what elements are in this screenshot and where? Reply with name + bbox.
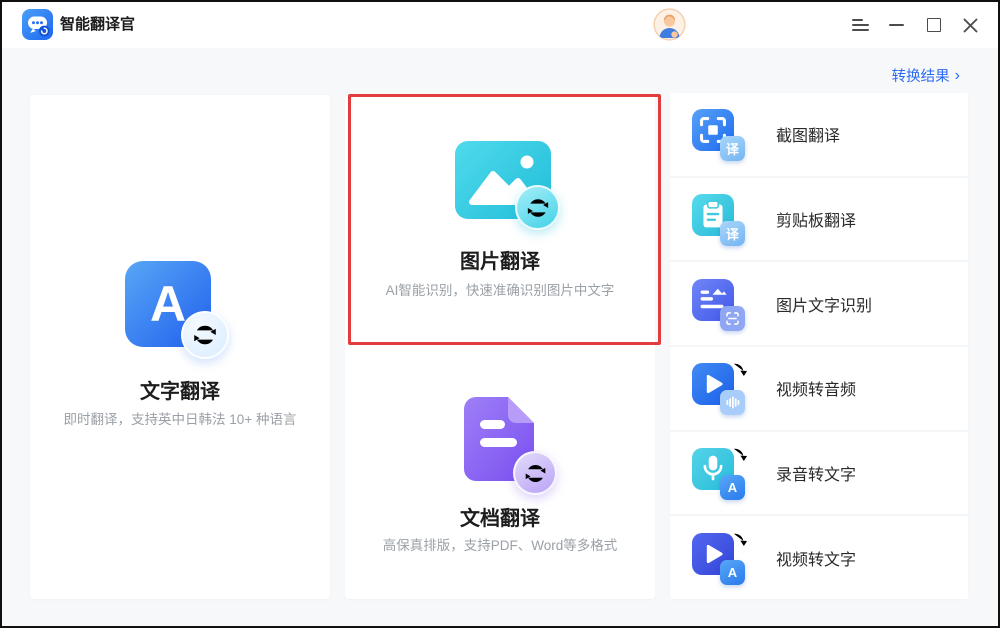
doc-translate-subtitle: 高保真排版，支持PDF、Word等多格式 bbox=[345, 534, 655, 554]
sidebar-item-label: 录音转文字 bbox=[776, 461, 856, 485]
app-logo-icon bbox=[22, 9, 53, 40]
letter-a-badge: A bbox=[720, 560, 745, 585]
image-translate-title: 图片翻译 bbox=[345, 245, 655, 274]
image-translate-subtitle: AI智能识别，快速准确识别图片中文字 bbox=[345, 279, 655, 299]
conversion-results-label: 转换结果 bbox=[892, 65, 950, 86]
letter-a-badge: A bbox=[720, 475, 745, 500]
text-translate-subtitle: 即时翻译，支持英中日韩法 10+ 种语言 bbox=[30, 408, 330, 428]
convert-arrow-icon bbox=[731, 445, 748, 462]
maximize-button[interactable] bbox=[922, 13, 946, 37]
tools-sidebar: 译 截图翻译 译 剪贴板翻译 bbox=[670, 93, 968, 599]
chevron-right-icon: › bbox=[955, 68, 960, 84]
sidebar-item-audio-to-text[interactable]: A 录音转文字 bbox=[670, 432, 968, 517]
center-card: 图片翻译 AI智能识别，快速准确识别图片中文字 文档翻译 高保 bbox=[345, 95, 655, 599]
translate-badge: 译 bbox=[720, 136, 745, 161]
sidebar-item-image-ocr[interactable]: 图片文字识别 bbox=[670, 262, 968, 347]
scan-badge bbox=[720, 306, 745, 331]
app-title: 智能翻译官 bbox=[60, 2, 135, 48]
sidebar-item-label: 剪贴板翻译 bbox=[776, 207, 856, 231]
sidebar-item-video-to-audio[interactable]: 视频转音频 bbox=[670, 347, 968, 432]
image-translate-icon bbox=[455, 141, 575, 236]
doc-translate-section[interactable]: 文档翻译 高保真排版，支持PDF、Word等多格式 bbox=[345, 350, 655, 599]
sidebar-item-clipboard-translate[interactable]: 译 剪贴板翻译 bbox=[670, 178, 968, 263]
text-translate-title: 文字翻译 bbox=[30, 375, 330, 404]
video-to-audio-icon bbox=[692, 360, 748, 416]
image-ocr-icon bbox=[692, 276, 748, 332]
doc-translate-title: 文档翻译 bbox=[345, 502, 655, 531]
doc-translate-icon bbox=[458, 393, 578, 493]
text-translate-icon: A bbox=[125, 261, 245, 361]
close-button[interactable] bbox=[958, 13, 982, 37]
waveform-badge bbox=[720, 390, 745, 415]
sidebar-item-label: 截图翻译 bbox=[776, 122, 840, 146]
audio-to-text-icon: A bbox=[692, 445, 748, 501]
screenshot-translate-icon: 译 bbox=[692, 106, 748, 162]
menu-button[interactable] bbox=[848, 13, 872, 37]
convert-arrow-icon bbox=[731, 360, 748, 377]
sidebar-item-video-to-text[interactable]: A 视频转文字 bbox=[670, 516, 968, 599]
video-to-text-icon: A bbox=[692, 530, 748, 586]
user-avatar[interactable] bbox=[653, 8, 686, 41]
convert-arrow-icon bbox=[731, 530, 748, 547]
clipboard-translate-icon: 译 bbox=[692, 191, 748, 247]
sidebar-item-label: 视频转文字 bbox=[776, 546, 856, 570]
minimize-button[interactable] bbox=[884, 13, 908, 37]
translate-badge: 译 bbox=[720, 221, 745, 246]
sync-icon bbox=[181, 311, 229, 359]
sidebar-item-label: 图片文字识别 bbox=[776, 292, 872, 316]
conversion-results-link[interactable]: 转换结果 › bbox=[892, 65, 960, 86]
sidebar-item-label: 视频转音频 bbox=[776, 376, 856, 400]
sync-icon bbox=[515, 185, 560, 230]
text-translate-card[interactable]: A 文字翻译 即时翻译，支持英中日韩法 10+ 种语言 bbox=[30, 95, 330, 599]
image-translate-section[interactable]: 图片翻译 AI智能识别，快速准确识别图片中文字 bbox=[345, 95, 655, 340]
app-window: 智能翻译官 转换结果 › bbox=[0, 0, 1000, 628]
titlebar: 智能翻译官 bbox=[2, 2, 998, 48]
sync-icon bbox=[513, 451, 557, 495]
sidebar-item-screenshot-translate[interactable]: 译 截图翻译 bbox=[670, 93, 968, 178]
